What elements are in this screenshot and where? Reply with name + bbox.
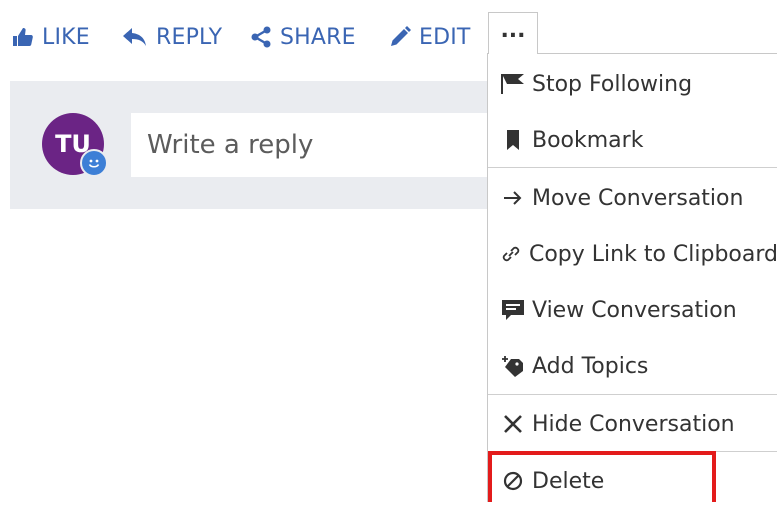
prohibited-icon	[500, 468, 526, 494]
arrow-right-icon	[500, 185, 526, 211]
menu-item-label: Delete	[532, 468, 605, 494]
menu-item-delete[interactable]: Delete	[488, 453, 777, 509]
share-label: SHARE	[280, 24, 356, 50]
edit-label: EDIT	[419, 24, 471, 50]
menu-item-move-conversation[interactable]: Move Conversation	[488, 170, 777, 226]
menu-item-view-conversation[interactable]: View Conversation	[488, 282, 777, 338]
menu-item-add-topics[interactable]: Add Topics	[488, 338, 777, 394]
like-label: LIKE	[42, 24, 90, 50]
menu-divider	[488, 394, 777, 395]
menu-item-label: Hide Conversation	[532, 411, 735, 437]
share-icon	[251, 26, 271, 48]
menu-item-label: Stop Following	[532, 71, 693, 97]
menu-item-label: Bookmark	[532, 127, 644, 153]
reply-composer: TU	[10, 81, 488, 209]
menu-item-label: View Conversation	[532, 297, 737, 323]
reply-label: REPLY	[156, 24, 223, 50]
menu-item-stop-following[interactable]: Stop Following	[488, 56, 777, 112]
menu-item-label: Copy Link to Clipboard	[528, 241, 777, 267]
more-dots-icon: ...	[500, 17, 526, 43]
chat-box-icon	[500, 297, 526, 323]
menu-divider	[488, 451, 777, 452]
edit-button[interactable]: EDIT	[389, 21, 471, 53]
menu-item-label: Add Topics	[532, 353, 649, 379]
menu-item-label: Move Conversation	[532, 185, 744, 211]
menu-item-bookmark[interactable]: Bookmark	[488, 112, 777, 168]
share-button[interactable]: SHARE	[250, 21, 356, 53]
more-options-button[interactable]: ...	[488, 12, 538, 54]
link-icon	[500, 241, 523, 267]
thumbs-up-icon	[13, 28, 33, 46]
bookmark-icon	[500, 127, 526, 153]
menu-item-copy-link[interactable]: Copy Link to Clipboard	[488, 226, 777, 282]
tag-plus-icon	[500, 353, 526, 379]
post-action-toolbar: LIKE REPLY SHARE EDIT ...	[0, 0, 560, 70]
more-options-menu: Stop Following Bookmark Move Conversatio…	[487, 53, 777, 502]
reply-arrow-icon	[123, 28, 146, 46]
close-x-icon	[500, 411, 526, 437]
like-button[interactable]: LIKE	[12, 21, 90, 53]
reply-button[interactable]: REPLY	[122, 21, 222, 53]
menu-divider	[488, 167, 777, 168]
menu-item-hide-conversation[interactable]: Hide Conversation	[488, 396, 777, 452]
flag-icon	[500, 71, 526, 97]
reply-input[interactable]	[131, 113, 488, 177]
pencil-icon	[391, 26, 411, 46]
smiley-badge-icon	[80, 149, 108, 177]
